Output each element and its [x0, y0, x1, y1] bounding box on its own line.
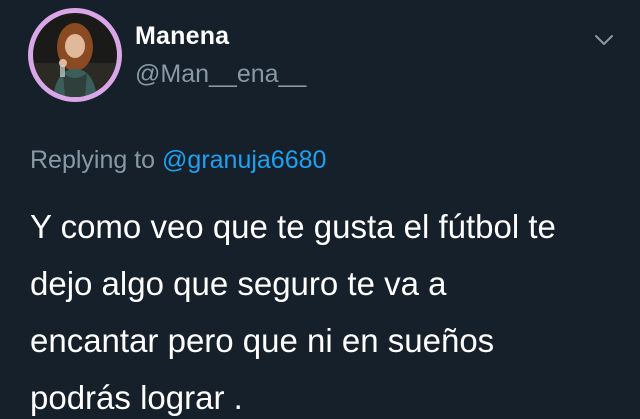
tweet-text-line: Y como veo que te gusta el fútbol te: [30, 208, 556, 245]
avatar-photo: [33, 13, 117, 97]
tweet-text: Y como veo que te gusta el fútbol te dej…: [30, 198, 630, 419]
avatar[interactable]: [28, 8, 122, 102]
tweet-text-line: podrás lograr .: [30, 379, 243, 416]
tweet-card: Manena @Man__ena__ Replying to @granuja6…: [0, 0, 640, 419]
user-handle[interactable]: @Man__ena__: [135, 60, 306, 89]
replying-to: Replying to @granuja6680: [30, 146, 326, 175]
replying-prefix: Replying to: [30, 146, 156, 174]
tweet-text-line: encantar pero que ni en sueños: [30, 322, 495, 359]
mention-link[interactable]: @granuja6680: [162, 146, 326, 174]
display-name[interactable]: Manena: [135, 22, 229, 51]
chevron-down-icon[interactable]: [592, 30, 616, 50]
tweet-text-line: dejo algo que seguro te va a: [30, 265, 447, 302]
